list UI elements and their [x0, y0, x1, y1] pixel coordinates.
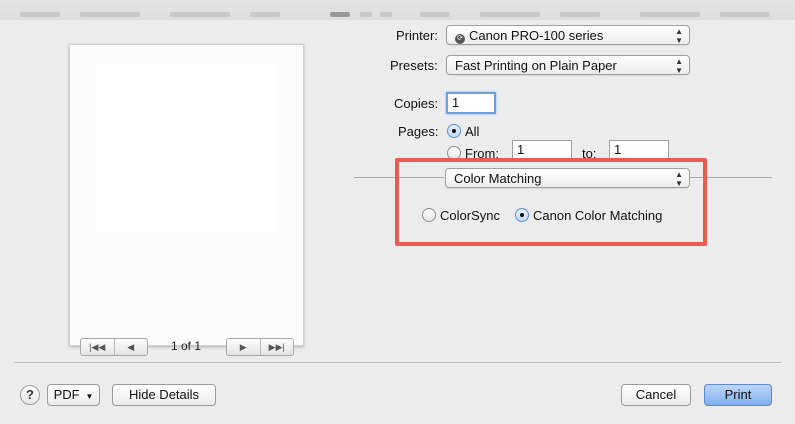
- presets-label: Presets:: [390, 58, 438, 73]
- printer-popup[interactable]: ⟳ Canon PRO-100 series ▲ ▼: [446, 25, 690, 45]
- preview-nav-back-group: |◀◀ ◀: [80, 338, 148, 356]
- popup-arrows-icon: ▲ ▼: [675, 57, 683, 75]
- print-dialog: |◀◀ ◀ 1 of 1 ▶ ▶▶| Printer: ⟳ Canon PRO-1…: [0, 20, 795, 424]
- hide-details-button[interactable]: Hide Details: [112, 384, 216, 406]
- first-page-icon[interactable]: |◀◀: [81, 339, 114, 355]
- pages-to-field[interactable]: 1: [609, 140, 669, 160]
- pages-all-radio[interactable]: [447, 124, 461, 138]
- presets-value: Fast Printing on Plain Paper: [455, 58, 617, 73]
- printer-status-icon: ⟳: [455, 34, 465, 44]
- background-toolbar-ghost: [0, 12, 795, 18]
- footer-separator: [14, 362, 781, 363]
- popup-arrows-icon: ▲ ▼: [675, 27, 683, 45]
- pages-all-label: All: [465, 124, 480, 139]
- previous-page-icon[interactable]: ◀: [113, 339, 148, 355]
- last-page-icon[interactable]: ▶▶|: [259, 339, 294, 355]
- dropdown-arrow-icon: ▼: [83, 392, 94, 401]
- pdf-label: PDF: [53, 387, 80, 402]
- pages-from-field[interactable]: 1: [512, 140, 572, 160]
- page-count: 1 of 1: [170, 339, 202, 353]
- annotation-highlight-box: [395, 158, 707, 246]
- print-button[interactable]: Print: [704, 384, 772, 406]
- cancel-button[interactable]: Cancel: [621, 384, 691, 406]
- printer-value: Canon PRO-100 series: [469, 28, 604, 43]
- presets-popup[interactable]: Fast Printing on Plain Paper ▲ ▼: [446, 55, 690, 75]
- page-preview: [69, 44, 304, 346]
- copies-label: Copies:: [394, 96, 439, 111]
- printer-label: Printer:: [396, 28, 438, 43]
- pages-label: Pages:: [398, 124, 439, 139]
- copies-field[interactable]: 1: [446, 92, 496, 114]
- next-page-icon[interactable]: ▶: [227, 339, 260, 355]
- page-preview-content: [96, 63, 276, 233]
- help-button[interactable]: ?: [20, 385, 40, 405]
- pdf-menu-button[interactable]: PDF ▼: [47, 384, 100, 406]
- preview-nav-forward-group: ▶ ▶▶|: [226, 338, 294, 356]
